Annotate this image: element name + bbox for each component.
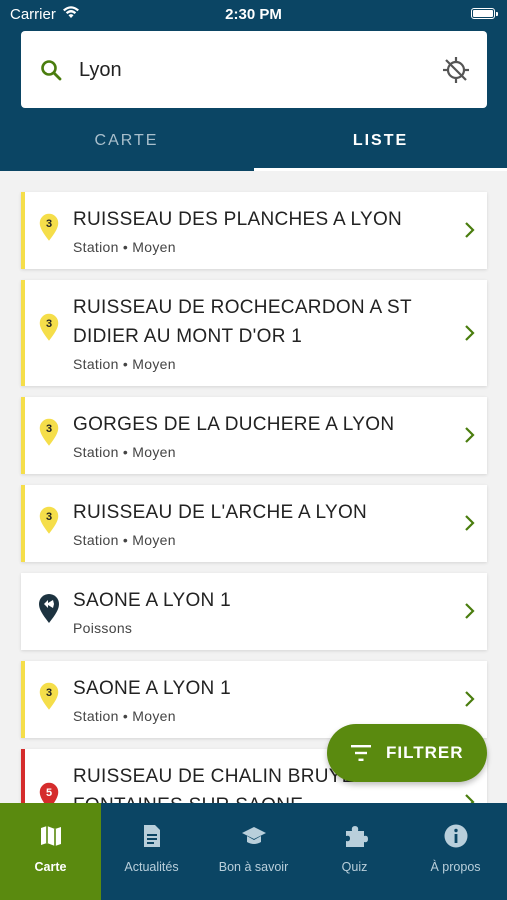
graduation-cap-icon: [242, 827, 266, 844]
nav-label: Bon à savoir: [218, 860, 289, 874]
fish-marker-icon: [39, 594, 59, 623]
chevron-right-icon: [465, 794, 475, 803]
chevron-right-icon: [465, 603, 475, 619]
app-header: Carrier 2:30 PM Lyon CARTE LISTE: [0, 0, 507, 171]
station-list: 3 RUISSEAU DES PLANCHES A LYON Station •…: [0, 171, 507, 803]
item-subtitle: Poissons: [73, 620, 133, 636]
info-icon: [444, 824, 468, 848]
red-marker-icon: 5: [38, 782, 60, 803]
clock: 2:30 PM: [225, 6, 282, 23]
nav-label: À propos: [430, 860, 481, 874]
list-item[interactable]: SAONE A LYON 1 Poissons: [21, 573, 487, 650]
chevron-right-icon: [465, 325, 475, 341]
svg-text:3: 3: [46, 687, 52, 699]
item-title: RUISSEAU DE L'ARCHE A LYON: [73, 502, 368, 523]
item-subtitle: Station • Moyen: [73, 708, 176, 724]
yellow-marker-icon: 3: [38, 213, 60, 243]
bottom-nav: Carte Actualités Bon à savoir Quiz À pro…: [0, 803, 507, 900]
svg-text:5: 5: [46, 787, 52, 799]
item-title: GORGES DE LA DUCHERE A LYON: [73, 414, 395, 435]
item-title: SAONE A LYON 1: [73, 590, 232, 611]
nav-carte[interactable]: Carte: [0, 803, 101, 900]
chevron-right-icon: [465, 515, 475, 531]
list-item[interactable]: 3 RUISSEAU DES PLANCHES A LYON Station •…: [21, 192, 487, 269]
yellow-marker-icon: 3: [38, 682, 60, 712]
battery-icon: [471, 8, 498, 19]
item-subtitle: Station • Moyen: [73, 356, 176, 372]
item-title: RUISSEAU DES PLANCHES A LYON: [73, 209, 403, 230]
chevron-right-icon: [465, 222, 475, 238]
location-disabled-icon[interactable]: [441, 55, 471, 85]
search-bar[interactable]: Lyon: [21, 31, 487, 108]
nav-actualites[interactable]: Actualités: [101, 803, 202, 900]
svg-text:3: 3: [46, 511, 52, 523]
nav-label: Carte: [34, 860, 67, 874]
chevron-right-icon: [465, 691, 475, 707]
yellow-marker-icon: 3: [38, 418, 60, 448]
item-subtitle: Station • Moyen: [73, 239, 176, 255]
tab-liste[interactable]: LISTE: [254, 113, 507, 171]
nav-quiz[interactable]: Quiz: [304, 803, 405, 900]
view-tabs: CARTE LISTE: [0, 113, 507, 171]
svg-text:3: 3: [46, 318, 52, 330]
chevron-right-icon: [465, 427, 475, 443]
item-subtitle: Station • Moyen: [73, 532, 176, 548]
item-subtitle: Station • Moyen: [73, 444, 176, 460]
svg-text:3: 3: [46, 423, 52, 435]
svg-text:3: 3: [46, 218, 52, 230]
search-input[interactable]: Lyon: [79, 59, 122, 82]
yellow-marker-icon: 3: [38, 313, 60, 343]
search-icon[interactable]: [39, 58, 63, 82]
map-icon: [41, 826, 61, 846]
nav-bon-a-savoir[interactable]: Bon à savoir: [203, 803, 304, 900]
puzzle-icon: [346, 826, 368, 847]
filter-icon: [351, 745, 371, 761]
news-icon: [144, 825, 160, 847]
nav-label: Actualités: [124, 860, 179, 874]
item-title: RUISSEAU DE ROCHECARDON A ST DIDIER AU M…: [73, 297, 412, 347]
filter-button[interactable]: FILTRER: [327, 724, 487, 782]
item-title: SAONE A LYON 1: [73, 678, 232, 699]
nav-label: Quiz: [341, 860, 368, 874]
list-item[interactable]: 3 GORGES DE LA DUCHERE A LYON Station • …: [21, 397, 487, 474]
nav-a-propos[interactable]: À propos: [405, 803, 506, 900]
status-bar: Carrier 2:30 PM: [0, 0, 507, 28]
yellow-marker-icon: 3: [38, 506, 60, 536]
list-item[interactable]: 3 RUISSEAU DE ROCHECARDON A ST DIDIER AU…: [21, 280, 487, 386]
filter-label: FILTRER: [386, 743, 464, 762]
tab-carte[interactable]: CARTE: [0, 113, 253, 171]
list-item[interactable]: 3 RUISSEAU DE L'ARCHE A LYON Station • M…: [21, 485, 487, 562]
